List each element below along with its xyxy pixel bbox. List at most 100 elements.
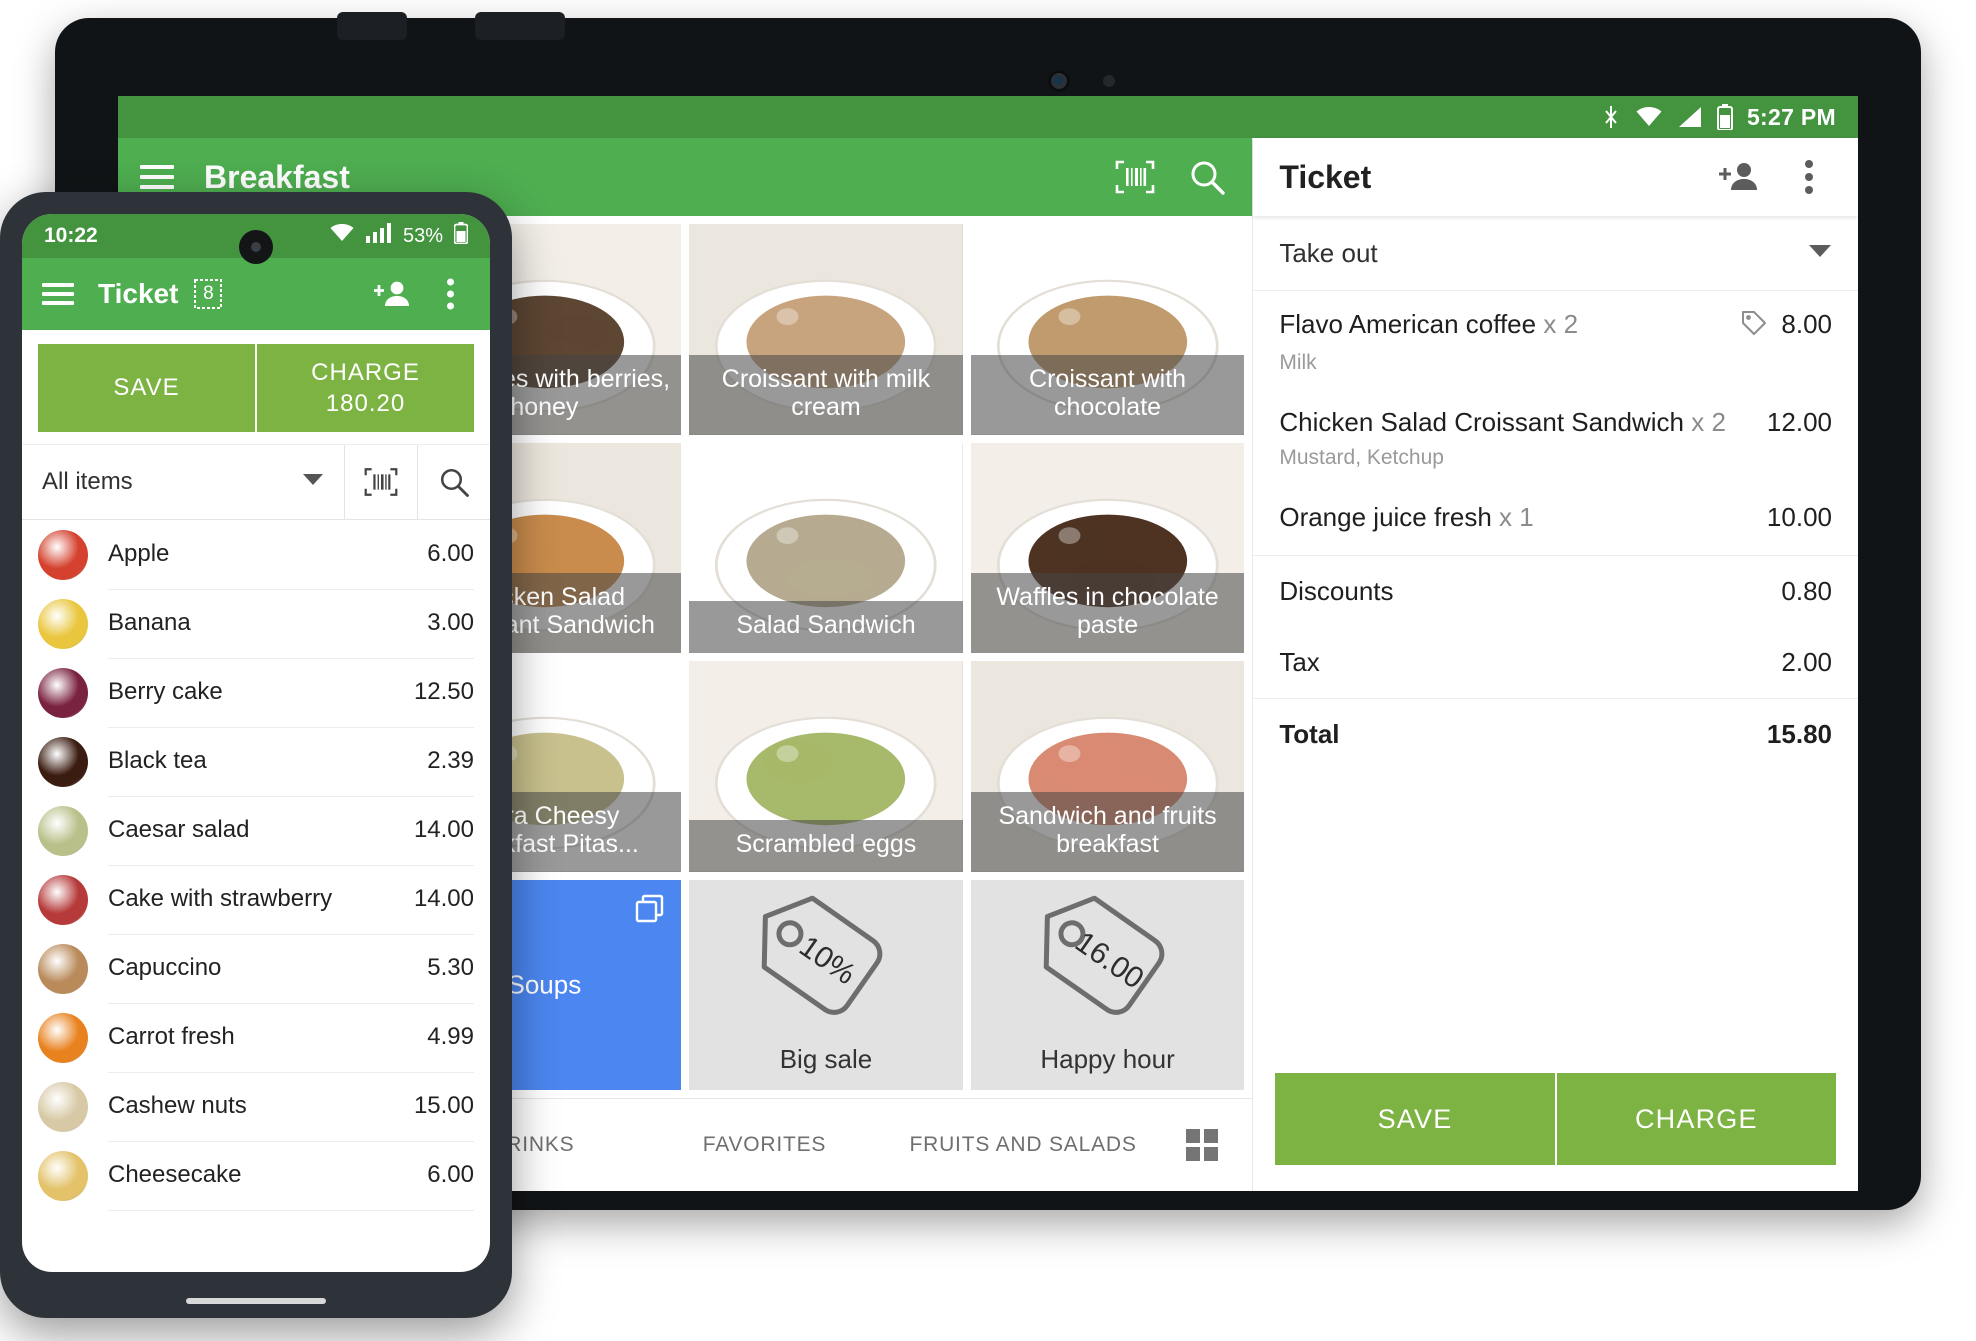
list-item[interactable]: Banana 3.00: [22, 589, 490, 659]
svg-text:16.00: 16.00: [1069, 925, 1149, 995]
phone-status-bar: 10:22 53%: [22, 214, 490, 264]
list-item[interactable]: Apple 6.00: [22, 520, 490, 590]
item-name: Cheesecake: [108, 1161, 242, 1188]
chevron-down-icon: [302, 473, 324, 491]
summary-label: Tax: [1279, 646, 1320, 677]
list-item[interactable]: Black tea 2.39: [22, 727, 490, 797]
phone-camera-icon: [239, 230, 273, 264]
item-thumbnail: [38, 1150, 88, 1201]
phone-screen: 10:22 53% Ticket 8 SAVE CHARGE 180.20 Al…: [22, 214, 490, 1272]
phone-charge-button[interactable]: CHARGE 180.20: [257, 344, 474, 432]
phone-clock: 10:22: [44, 224, 98, 247]
summary-value: 2.00: [1781, 646, 1832, 677]
phone-save-button[interactable]: SAVE: [38, 344, 255, 432]
tablet-bezel: [55, 18, 1921, 96]
search-icon[interactable]: [417, 445, 490, 519]
phone-page-title: Ticket: [98, 278, 179, 309]
item-thumbnail: [38, 943, 88, 994]
battery-percent-label: 53%: [402, 224, 443, 247]
ticket-item-name: Orange juice fresh x 1: [1279, 501, 1534, 532]
ticket-item-modifiers: Mustard, Ketchup: [1279, 445, 1444, 469]
phone-status-icons: 53%: [329, 222, 469, 250]
phone-action-buttons: SAVE CHARGE 180.20: [22, 330, 490, 444]
dining-option-dropdown[interactable]: Take out: [1253, 216, 1858, 291]
ticket-row[interactable]: Orange juice fresh x 1 10.00: [1253, 484, 1858, 539]
ticket-item-name: Flavo American coffee x 2: [1279, 309, 1579, 339]
item-filter-dropdown[interactable]: All items: [22, 468, 344, 496]
item-price: 2.39: [427, 747, 474, 774]
svg-text:10%: 10%: [793, 930, 861, 991]
list-item[interactable]: Cake with strawberry 14.00: [22, 865, 490, 935]
ticket-item-qty: x 1: [1499, 501, 1534, 532]
ticket-row[interactable]: Chicken Salad Croissant Sandwich x 2 12.…: [1253, 389, 1858, 484]
ticket-item-price: 10.00: [1766, 501, 1832, 532]
page-title: Breakfast: [204, 158, 350, 195]
battery-icon: [453, 222, 469, 250]
phone-appbar-actions: [372, 274, 470, 314]
product-tile[interactable]: Waffles in chocolate paste: [970, 442, 1245, 653]
phone-home-indicator: [186, 1298, 326, 1304]
ticket-count-badge: 8: [192, 277, 224, 311]
hamburger-menu-icon[interactable]: [140, 165, 174, 189]
barcode-scan-icon[interactable]: [344, 445, 417, 519]
ticket-item-qty: x 2: [1543, 309, 1579, 339]
list-item[interactable]: Caesar salad 14.00: [22, 796, 490, 866]
category-tab-favorites[interactable]: FAVORITES: [635, 1133, 894, 1158]
tablet-status-bar: 5:27 PM: [118, 96, 1858, 138]
bluetooth-icon: [1601, 105, 1621, 129]
list-item[interactable]: Capuccino 5.30: [22, 934, 490, 1004]
add-person-icon[interactable]: [1716, 154, 1762, 200]
signal-icon: [1677, 106, 1703, 128]
total-value: 15.80: [1766, 718, 1832, 749]
more-vertical-icon[interactable]: [430, 274, 470, 314]
list-item[interactable]: Cheesecake 6.00: [22, 1141, 490, 1211]
item-price: 3.00: [427, 609, 474, 636]
product-tile[interactable]: Croissant with milk cream: [689, 224, 963, 435]
product-tile[interactable]: Salad Sandwich: [689, 442, 963, 653]
phone-appbar: Ticket 8: [22, 258, 490, 330]
item-thumbnail: [38, 529, 88, 580]
ticket-summary-row[interactable]: Tax 2.00: [1253, 627, 1858, 698]
ticket-item-qty: x 2: [1691, 406, 1726, 437]
tablet-clock: 5:27 PM: [1746, 103, 1836, 130]
ticket-summary-row[interactable]: Discounts 0.80: [1253, 556, 1858, 627]
tablet-camera-icon: [1048, 70, 1070, 92]
search-icon[interactable]: [1184, 154, 1230, 200]
discount-tile-label: Happy hour: [1040, 1043, 1175, 1074]
add-person-icon[interactable]: [372, 274, 412, 314]
more-vertical-icon[interactable]: [1786, 154, 1832, 200]
charge-button[interactable]: CHARGE: [1556, 1073, 1836, 1165]
ticket-item-price: 8.00: [1741, 309, 1832, 343]
phone-device: 10:22 53% Ticket 8 SAVE CHARGE 180.20 Al…: [0, 192, 512, 1318]
save-button[interactable]: SAVE: [1275, 1073, 1555, 1165]
list-item[interactable]: Cashew nuts 15.00: [22, 1072, 490, 1142]
list-item[interactable]: Carrot fresh 4.99: [22, 1003, 490, 1073]
product-tile[interactable]: Sandwich and fruits breakfast: [970, 661, 1245, 872]
hamburger-menu-icon[interactable]: [42, 283, 74, 305]
discount-tile[interactable]: 10% Big sale: [689, 879, 963, 1090]
discount-tile[interactable]: 16.00 Happy hour: [970, 879, 1245, 1090]
item-price: 15.00: [413, 1092, 474, 1119]
item-name: Capuccino: [108, 954, 222, 981]
tablet-sensor-icon: [1103, 75, 1115, 87]
grid-view-icon[interactable]: [1152, 1128, 1252, 1162]
item-price: 6.00: [427, 1161, 474, 1188]
price-tag-icon: 10%: [736, 895, 916, 1028]
discount-tag-icon: [1741, 310, 1767, 343]
product-tile[interactable]: Scrambled eggs: [689, 661, 963, 872]
category-tab-fruits-and-salads[interactable]: FRUITS AND SALADS: [894, 1133, 1153, 1158]
phone-charge-amount: 180.20: [325, 390, 406, 417]
product-tile[interactable]: Croissant with chocolate: [970, 224, 1245, 435]
ticket-row[interactable]: Flavo American coffee x 2 8.00 Milk: [1253, 291, 1858, 389]
list-item[interactable]: Berry cake 12.50: [22, 658, 490, 728]
wifi-icon: [329, 223, 355, 249]
category-stack-icon: [635, 894, 665, 924]
item-thumbnail: [38, 1081, 88, 1132]
item-thumbnail: [38, 805, 88, 856]
total-label: Total: [1279, 718, 1340, 749]
chevron-down-icon: [1808, 244, 1832, 263]
ticket-item-name: Chicken Salad Croissant Sandwich x 2: [1279, 406, 1726, 437]
barcode-scan-icon[interactable]: [1112, 154, 1158, 200]
ticket-appbar: Ticket: [1253, 138, 1858, 216]
product-tile-label: Croissant with chocolate: [970, 354, 1245, 435]
